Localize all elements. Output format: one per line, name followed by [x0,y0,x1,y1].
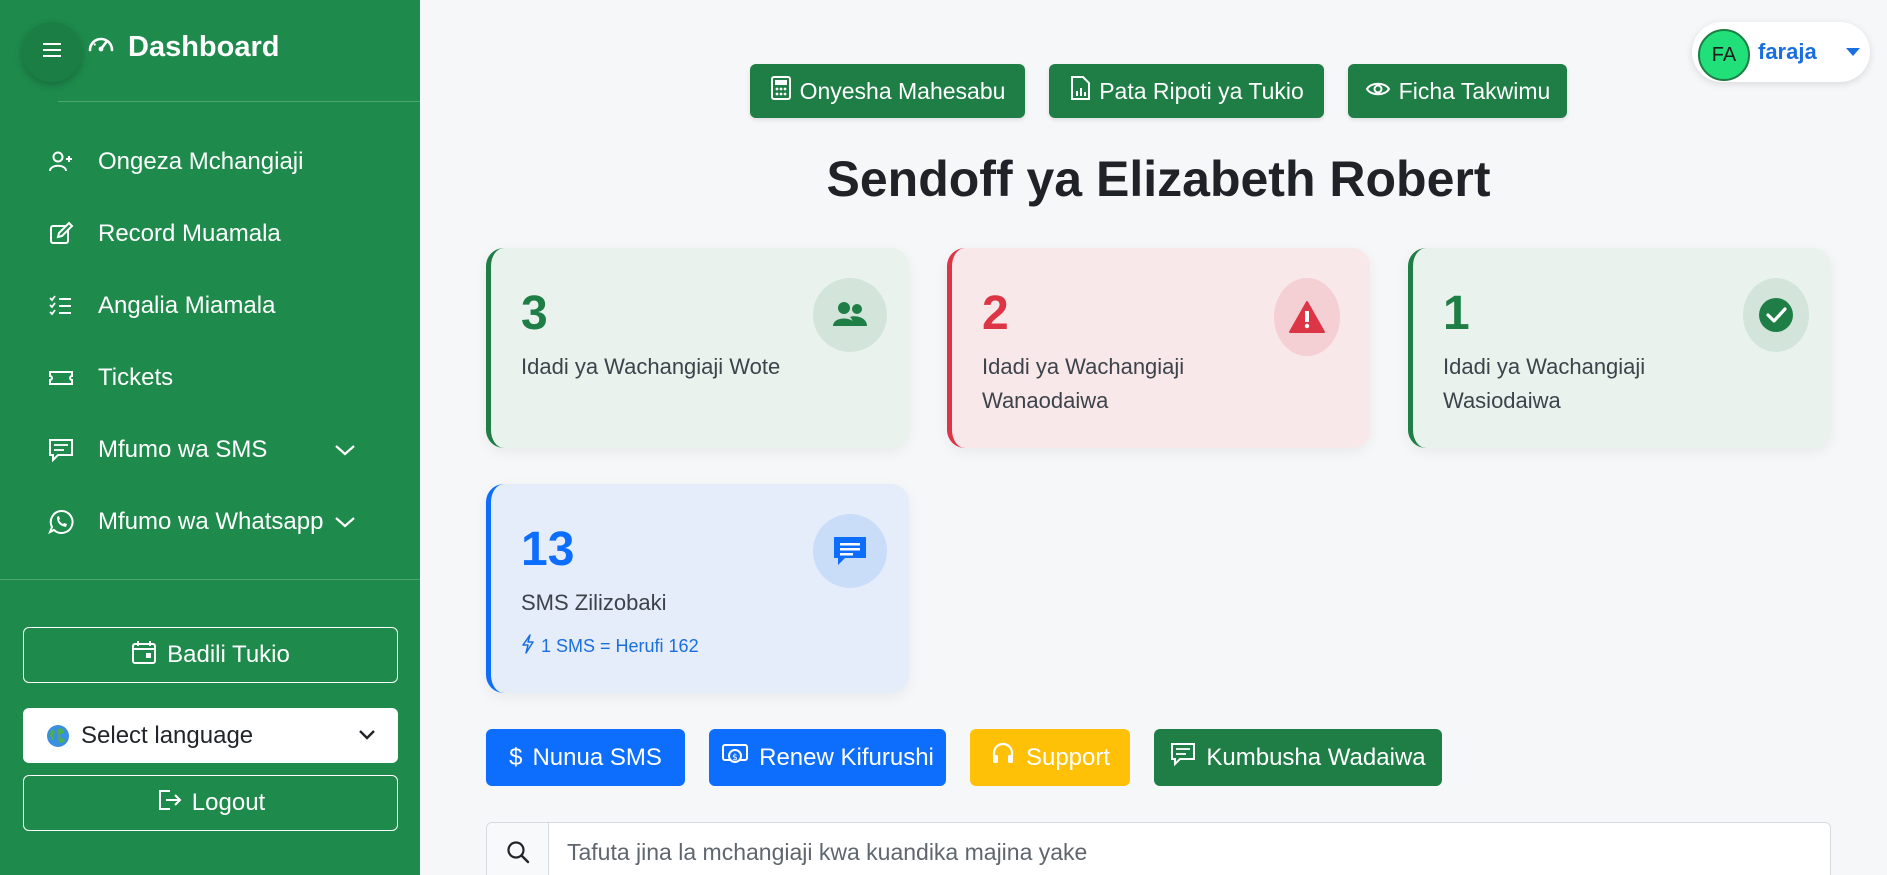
sidebar-item-label: Tickets [98,364,174,391]
stat-label: Idadi ya Wachangiaji Wote [521,354,781,379]
ticket-icon [48,365,74,391]
event-report-button[interactable]: Pata Ripoti ya Tukio [1049,64,1324,118]
language-select-value: Select language [81,721,254,749]
divider [0,579,420,580]
stat-value: 13 [521,523,575,576]
whatsapp-icon [48,509,74,535]
users-icon [813,278,887,352]
page-title: Sendoff ya Elizabeth Robert [826,151,1491,207]
stat-value: 1 [1443,287,1470,340]
renew-icon: $ [721,741,749,774]
buy-sms-label: Nunua SMS [532,743,662,771]
calculator-icon [770,75,792,107]
list-check-icon [48,293,74,319]
sidebar-item-mfumo-wa-whatsapp[interactable]: Mfumo wa Whatsapp [0,486,420,558]
sms-char-note-text: 1 SMS = Herufi 162 [541,636,699,656]
lightning-icon [521,634,535,659]
sidebar-item-label: Ongeza Mchangiaji [98,148,304,175]
check-circle-icon [1743,278,1809,352]
stat-card-total-contributors: 3 Idadi ya Wachangiaji Wote [486,248,909,448]
menu-toggle-button[interactable] [22,22,82,82]
brand[interactable]: Dashboard [86,30,279,65]
sidebar-item-mfumo-wa-sms[interactable]: Mfumo wa SMS [0,414,420,486]
report-icon [1069,75,1091,107]
stat-value: 3 [521,287,548,340]
stat-label: SMS Zilizobaki [521,590,667,615]
remind-debtors-label: Kumbusha Wadaiwa [1206,743,1426,771]
headset-icon [990,741,1016,774]
avatar: FA [1698,29,1750,81]
chevron-down-icon[interactable] [332,437,358,463]
user-plus-icon [48,149,74,175]
hide-stats-button[interactable]: Ficha Takwimu [1348,64,1567,118]
sidebar-item-label: Mfumo wa Whatsapp [98,508,324,535]
eye-icon [1365,78,1391,105]
caret-down-icon [1846,48,1860,56]
svg-text:$: $ [732,753,738,763]
user-name: faraja [1758,39,1817,64]
search-bar [486,822,1831,875]
renew-package-label: Renew Kifurushi [759,743,934,771]
sidebar-item-label: Record Muamala [98,220,281,247]
dollar-icon: $ [509,743,523,771]
user-menu[interactable]: FA faraja [1692,22,1870,82]
divider [58,101,420,102]
message-icon [1170,741,1196,774]
sidebar-item-angalia-miamala[interactable]: Angalia Miamala [0,270,420,342]
sidebar-item-label: Mfumo wa SMS [98,436,268,463]
sidebar-item-tickets[interactable]: Tickets [0,342,420,414]
stat-card-owing-contributors: 2 Idadi ya Wachangiaji Wanaodaiwa [947,248,1370,448]
sidebar-nav: Ongeza Mchangiaji Record Muamala Angalia… [0,126,420,558]
stat-label: Idadi ya Wachangiaji Wasiodaiwa [1443,354,1646,413]
logout-icon [156,787,182,820]
hamburger-icon [43,42,61,62]
stat-card-cleared-contributors: 1 Idadi ya Wachangiaji Wasiodaiwa [1408,248,1831,448]
language-select[interactable]: Select language [23,708,398,763]
show-accounts-button[interactable]: Onyesha Mahesabu [750,64,1025,118]
speedometer-icon [86,30,116,65]
switch-event-label: Badili Tukio [167,641,290,668]
stat-value: 2 [982,287,1009,340]
warning-icon [1274,278,1340,356]
remind-debtors-button[interactable]: Kumbusha Wadaiwa [1154,729,1442,786]
support-label: Support [1025,743,1111,771]
logout-label: Logout [191,789,266,816]
brand-title: Dashboard [128,31,280,63]
support-button[interactable]: Support [970,729,1130,786]
chevron-down-icon [356,723,378,752]
renew-package-button[interactable]: $ Renew Kifurushi [709,729,946,786]
pencil-square-icon [48,221,74,247]
sms-icon [48,437,74,463]
sidebar-header: Dashboard [0,0,420,102]
globe-icon [45,723,71,749]
sidebar: Dashboard Ongeza Mchangiaji Record Muama… [0,0,420,875]
sidebar-item-ongeza-mchangiaji[interactable]: Ongeza Mchangiaji [0,126,420,198]
chevron-down-icon[interactable] [332,509,358,535]
calendar-icon [131,639,157,672]
show-accounts-label: Onyesha Mahesabu [799,77,1006,104]
sms-char-note: 1 SMS = Herufi 162 [521,634,699,659]
chat-icon [813,514,887,588]
sidebar-item-label: Angalia Miamala [98,292,276,319]
stat-card-sms-remaining: 13 SMS Zilizobaki 1 SMS = Herufi 162 [486,484,909,693]
buy-sms-button[interactable]: $ Nunua SMS [486,729,685,786]
hide-stats-label: Ficha Takwimu [1398,77,1551,104]
event-report-label: Pata Ripoti ya Tukio [1099,77,1304,104]
logout-button[interactable]: Logout [23,775,398,831]
switch-event-button[interactable]: Badili Tukio [23,627,398,683]
search-input[interactable] [549,823,1829,875]
stat-label: Idadi ya Wachangiaji Wanaodaiwa [982,354,1185,413]
search-icon [487,823,549,875]
sidebar-item-record-muamala[interactable]: Record Muamala [0,198,420,270]
